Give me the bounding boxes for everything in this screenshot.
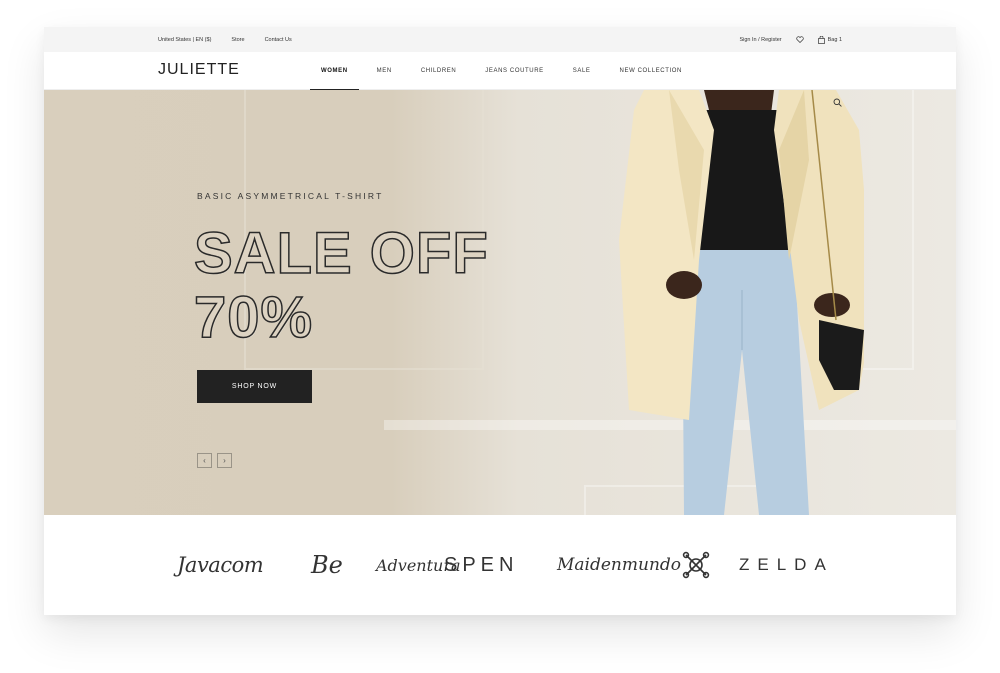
hero-banner: BASIC ASYMMETRICAL T-SHIRT SALE OFF 70% … — [44, 90, 956, 515]
brand-logomark[interactable] — [682, 545, 710, 585]
hero-model-image — [619, 90, 864, 515]
brand-logo-be[interactable]: Be — [311, 545, 343, 585]
hero-title-line1: SALE OFF — [193, 221, 489, 287]
hero-title: SALE OFF 70% — [193, 221, 489, 351]
hero-title-line2: 70% — [193, 285, 314, 351]
chevron-right-icon: › — [223, 456, 226, 465]
brand-strip: Javacom Be Adventura SPEN Maidenmundo ZE… — [44, 515, 956, 615]
bag-label: Bag 1 — [827, 36, 842, 43]
nav-item-sale[interactable]: SALE — [562, 52, 602, 90]
store-link[interactable]: Store — [231, 37, 244, 43]
contact-link[interactable]: Contact Us — [265, 37, 292, 43]
nav-item-men[interactable]: MEN — [366, 52, 403, 90]
hero-subtitle: BASIC ASYMMETRICAL T-SHIRT — [197, 191, 384, 201]
site-logo[interactable]: JULIETTE — [158, 61, 240, 79]
utility-bar: United States | EN ($) Store Contact Us … — [44, 27, 956, 52]
brand-logo-maidenmundo[interactable]: Maidenmundo — [557, 545, 681, 585]
brand-logo-javacom[interactable]: Javacom — [177, 545, 264, 585]
bag-icon — [817, 35, 825, 44]
nav-item-children[interactable]: CHILDREN — [410, 52, 467, 90]
nav-item-jeans-couture[interactable]: JEANS COUTURE — [474, 52, 554, 90]
chevron-left-icon: ‹ — [203, 456, 206, 465]
brand-logo-zelda[interactable]: ZELDA — [739, 545, 834, 585]
wishlist-button[interactable] — [795, 36, 804, 43]
main-nav: WOMEN MEN CHILDREN JEANS COUTURE SALE NE… — [310, 52, 693, 90]
shop-now-button[interactable]: SHOP NOW — [197, 370, 312, 403]
nav-item-women[interactable]: WOMEN — [310, 52, 359, 90]
brand-logo-spen[interactable]: SPEN — [444, 545, 518, 585]
page-frame: United States | EN ($) Store Contact Us … — [44, 27, 956, 615]
nav-item-new-collection[interactable]: NEW COLLECTION — [609, 52, 693, 90]
sign-in-link[interactable]: Sign In / Register — [739, 37, 781, 43]
slider-controls: ‹ › — [197, 453, 232, 468]
main-header: JULIETTE WOMEN MEN CHILDREN JEANS COUTUR… — [44, 52, 956, 90]
heart-icon — [795, 36, 804, 43]
brand-logomark-icon — [682, 551, 710, 579]
slider-prev-button[interactable]: ‹ — [197, 453, 212, 468]
bag-button[interactable]: Bag 1 — [817, 35, 842, 44]
locale-selector[interactable]: United States | EN ($) — [158, 37, 211, 43]
slider-next-button[interactable]: › — [217, 453, 232, 468]
search-icon[interactable] — [833, 98, 842, 107]
